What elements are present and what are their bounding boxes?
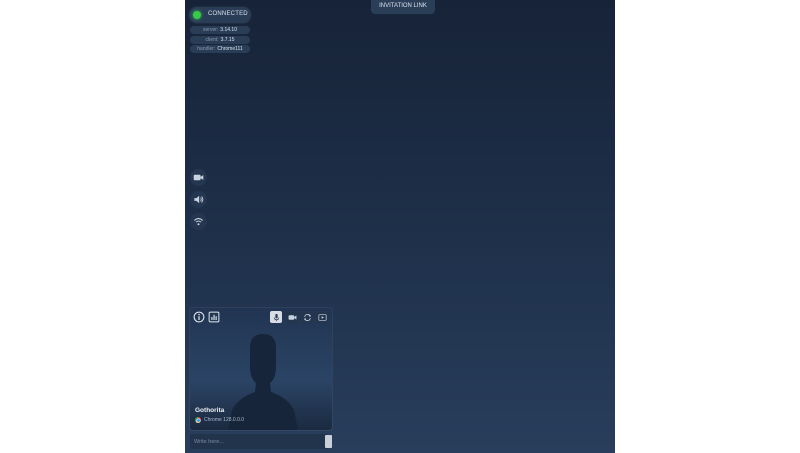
speaker-icon [194, 195, 204, 204]
participant-avatar [228, 334, 298, 430]
participant-name: Gothorita [195, 407, 225, 414]
flip-camera-button[interactable] [301, 311, 313, 323]
stats-button[interactable] [208, 311, 220, 323]
camera-toggle-button[interactable] [190, 169, 207, 186]
status-indicator-icon [193, 11, 201, 19]
connection-status-text: CONNECTED [208, 11, 248, 17]
invitation-link-button[interactable]: INVITATION LINK [371, 0, 435, 14]
screen-share-icon [317, 313, 327, 321]
participant-video-card: Gothorita Chrome 128.0.0.0 [190, 308, 332, 430]
microphone-button[interactable] [270, 311, 282, 323]
network-status-button[interactable] [190, 213, 207, 230]
call-stage: CONNECTED server: 3.14.10 client: 3.7.15 h… [185, 0, 615, 453]
participant-browser-label: Chrome 128.0.0.0 [204, 417, 245, 423]
screen-share-button[interactable] [316, 311, 328, 323]
camera-icon [193, 174, 204, 181]
participant-browser: Chrome 128.0.0.0 [195, 417, 244, 423]
send-button[interactable] [325, 435, 332, 448]
speaker-toggle-button[interactable] [190, 191, 207, 208]
stats-icon [208, 311, 220, 323]
connection-status: CONNECTED [189, 7, 251, 23]
info-icon [193, 311, 205, 323]
wifi-icon [194, 218, 203, 226]
camera-button[interactable] [286, 311, 298, 323]
microphone-icon [273, 313, 279, 321]
camera-icon [288, 314, 296, 320]
flip-camera-icon [303, 313, 311, 321]
chrome-icon [195, 417, 201, 423]
chat-input[interactable] [190, 434, 328, 449]
client-version: client: 3.7.15 [190, 36, 250, 44]
info-button[interactable] [193, 311, 205, 323]
server-version: server: 3.14.10 [190, 26, 250, 34]
handler-version: handler: Chrome111 [190, 45, 250, 53]
